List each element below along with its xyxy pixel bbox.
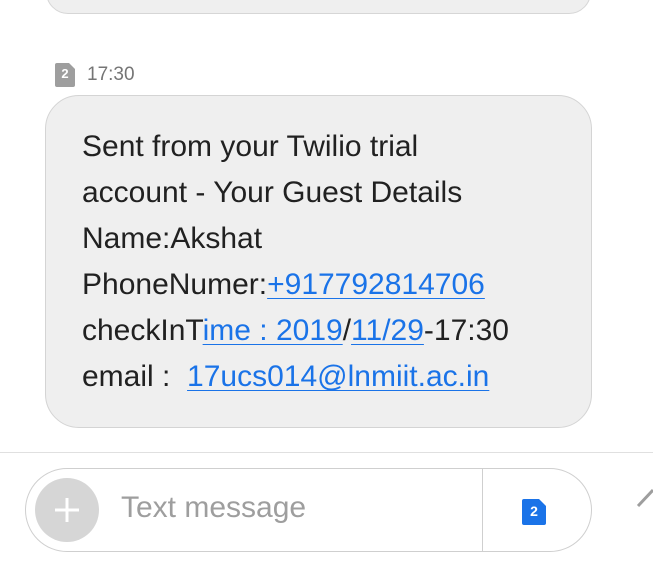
message-line: account - Your Guest Details	[82, 176, 463, 209]
message-line: checkInTime : 2019/11/29-17:30	[82, 308, 571, 354]
message-line: email : 17ucs014@lnmiit.ac.in	[82, 354, 571, 400]
message-composer: Text message 2	[25, 468, 592, 552]
checkin-time: -17:30	[423, 314, 509, 347]
message-line: PhoneNumer:+917792814706	[82, 262, 571, 308]
send-separator	[482, 469, 483, 551]
message-meta: 2 17:30	[55, 62, 135, 88]
sim-number: 2	[61, 66, 69, 81]
message-bubble[interactable]: Sent from your Twilio trial account - Yo…	[45, 95, 592, 428]
checkin-label: checkInT	[82, 314, 203, 347]
email-label: email :	[82, 360, 179, 393]
send-button[interactable]: 2	[522, 499, 546, 525]
phone-label: PhoneNumer:	[82, 268, 268, 301]
date-separator: /	[342, 314, 352, 347]
phone-number-link[interactable]: +917792814706	[267, 268, 485, 301]
composer-divider	[0, 452, 653, 453]
time-link[interactable]: ime : 2019	[203, 314, 343, 347]
plus-icon	[55, 498, 79, 522]
text-message-input[interactable]: Text message	[121, 491, 306, 525]
message-line: Sent from your Twilio trial	[82, 130, 419, 163]
previous-message-bubble[interactable]	[46, 0, 591, 14]
partial-arrow-icon	[636, 488, 653, 508]
message-timestamp: 17:30	[87, 64, 135, 85]
add-attachment-button[interactable]	[35, 478, 99, 542]
sim-card-icon: 2	[55, 63, 75, 87]
date-link[interactable]: 11/29	[351, 314, 424, 347]
send-sim-number: 2	[530, 503, 538, 519]
message-line: Name:Akshat	[82, 222, 263, 255]
email-link[interactable]: 17ucs014@lnmiit.ac.in	[187, 360, 489, 393]
